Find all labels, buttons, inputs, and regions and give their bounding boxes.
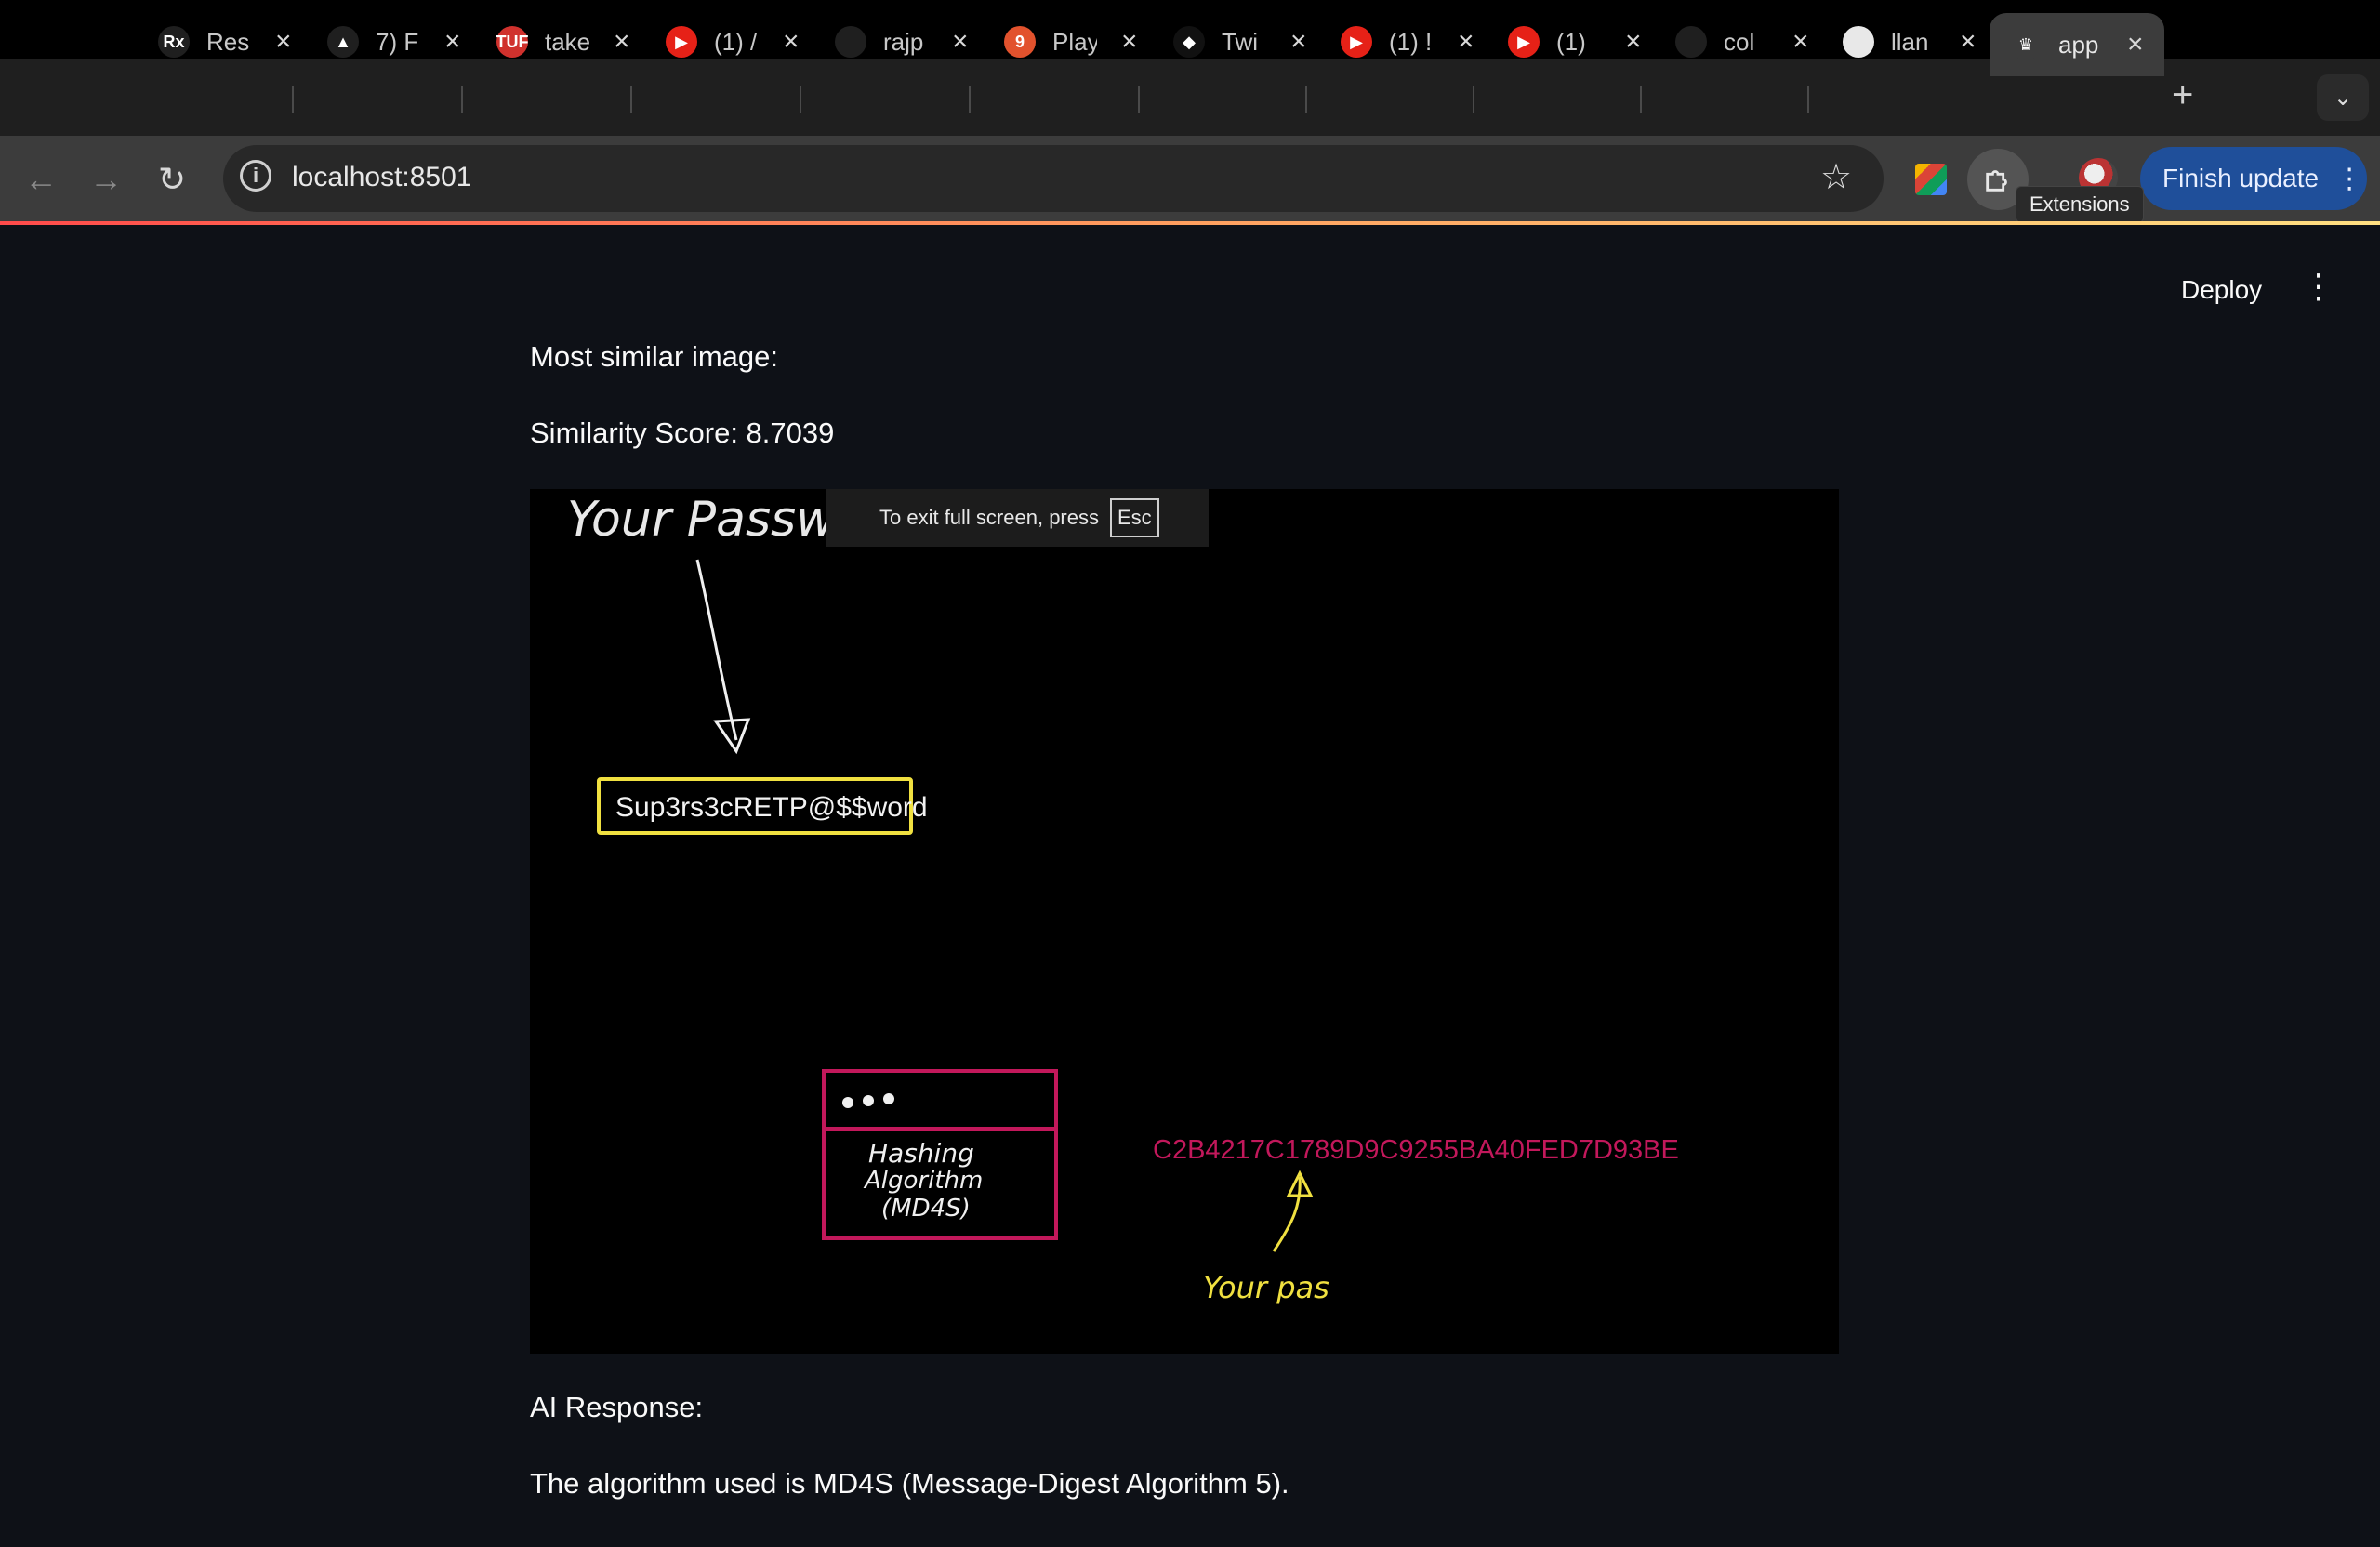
tab-search-button[interactable]: ⌄ (2317, 74, 2369, 121)
back-button[interactable]: ← (24, 160, 58, 199)
tab-separator (1640, 86, 1642, 113)
ai-response-text: The algorithm used is MD4S (Message-Dige… (530, 1467, 1289, 1500)
more-vert-icon: ⋮ (2335, 163, 2364, 194)
most-similar-label: Most similar image: (530, 340, 778, 373)
browser-tab[interactable]: llan × (1843, 13, 1977, 71)
tab-separator (630, 86, 632, 113)
tab-title: (1) (1556, 27, 1586, 56)
tab-separator (461, 86, 463, 113)
similarity-score: Similarity Score: 8.7039 (530, 416, 835, 449)
tab-favicon-icon: ♛ (2010, 29, 2042, 60)
browser-tab[interactable]: ♛ app × (1990, 13, 2164, 76)
url-text[interactable]: localhost:8501 (292, 162, 471, 193)
browser-tab[interactable]: ▶ (1) / × (666, 13, 800, 71)
hash-output: C2B4217C1789D9C9255BA40FED7D93BE (1153, 1135, 1679, 1165)
tab-title: (1) ! (1389, 27, 1433, 56)
browser-tab[interactable]: 9 Play × (1004, 13, 1138, 71)
esc-key: Esc (1109, 498, 1159, 537)
tab-favicon-icon: Rx (158, 26, 190, 58)
app-status-bar (0, 221, 2380, 225)
close-icon[interactable]: × (1458, 26, 1474, 58)
browser-tab[interactable]: ▶ (1) × (1508, 13, 1642, 71)
tab-title: take (545, 27, 589, 56)
browser-tab[interactable]: ▶ (1) ! × (1341, 13, 1474, 71)
tab-title: (1) / (714, 27, 758, 56)
tab-favicon-icon: TUF (496, 26, 529, 58)
ai-response-label: AI Response: (530, 1391, 704, 1423)
tab-favicon-icon (835, 26, 866, 58)
extensions-tooltip: Extensions (2016, 186, 2144, 223)
arrow-down-line (695, 559, 738, 741)
reload-button[interactable]: ↻ (158, 160, 186, 199)
your-pas-label: Your pas (1203, 1270, 1329, 1305)
browser-tab[interactable]: ◆ Twi × (1173, 13, 1307, 71)
fullscreen-notice-text: To exit full screen, press (879, 506, 1099, 529)
tab-favicon-icon: ▶ (666, 26, 697, 58)
puzzle-icon (1986, 170, 2007, 192)
tab-separator (1473, 86, 1474, 113)
address-bar[interactable] (223, 145, 1884, 212)
tab-title: Res (206, 27, 250, 56)
tab-favicon-icon (1675, 26, 1707, 58)
close-icon[interactable]: × (783, 26, 800, 58)
tab-title: Twi (1222, 27, 1258, 56)
password-value: Sup3rs3cRETP@$$word (615, 792, 928, 823)
tab-title: rajp (883, 27, 924, 56)
tab-title: llan (1891, 27, 1929, 56)
close-icon[interactable]: × (1625, 26, 1642, 58)
close-icon[interactable]: × (1960, 26, 1977, 58)
tab-favicon-icon: ▶ (1341, 26, 1372, 58)
browser-tab[interactable]: TUF take × (496, 13, 630, 71)
finish-update-button[interactable]: Finish update ⋮ (2140, 147, 2367, 210)
close-icon[interactable]: × (2127, 29, 2144, 60)
tab-title: col (1724, 27, 1755, 56)
hashing-line-2: Algorithm (863, 1167, 983, 1195)
tab-separator (1138, 86, 1140, 113)
chevron-down-icon: ⌄ (2333, 85, 2353, 111)
close-icon[interactable]: × (952, 26, 969, 58)
finish-update-label: Finish update (2162, 164, 2320, 192)
close-icon[interactable]: × (1792, 26, 1809, 58)
tab-title: Play (1052, 27, 1097, 56)
deploy-button[interactable]: Deploy (2181, 275, 2262, 305)
site-info-icon[interactable]: i (240, 160, 271, 192)
extension-icon[interactable] (1915, 164, 1947, 195)
tab-favicon-icon (1843, 26, 1874, 58)
tab-separator (969, 86, 971, 113)
hashing-line-3: (MD4S) (881, 1195, 971, 1223)
close-icon[interactable]: × (275, 26, 292, 58)
main-menu-icon[interactable]: ⋮ (2302, 270, 2335, 303)
password-hashing-drawing: Your Password Sup3rs3cRETP@$$word Hashin… (567, 492, 1679, 1305)
close-icon[interactable]: × (444, 26, 461, 58)
browser-tab[interactable]: Rx Res × (158, 13, 292, 71)
close-icon[interactable]: × (1121, 26, 1138, 58)
tab-favicon-icon: ◆ (1173, 26, 1205, 58)
similar-image: Your Password Sup3rs3cRETP@$$word Hashin… (530, 489, 1839, 1354)
browser-tab[interactable]: col × (1675, 13, 1809, 71)
tab-favicon-icon: ▶ (1508, 26, 1540, 58)
tab-title: 7) F (376, 27, 419, 56)
new-tab-button[interactable]: + (2172, 74, 2193, 116)
forward-button[interactable]: → (89, 160, 123, 199)
arrow-up-line (1272, 1176, 1302, 1252)
tab-separator (1305, 86, 1307, 113)
close-icon[interactable]: × (1290, 26, 1307, 58)
tab-favicon-icon: ▲ (327, 26, 359, 58)
browser-tab[interactable]: ▲ 7) F × (327, 13, 461, 71)
tab-title: app (2058, 30, 2099, 59)
browser-tab[interactable]: rajp × (835, 13, 969, 71)
tab-favicon-icon: 9 (1004, 26, 1036, 58)
hashing-line-1: Hashing (868, 1138, 974, 1169)
bookmark-star-icon[interactable]: ☆ (1820, 156, 1852, 198)
close-icon[interactable]: × (614, 26, 630, 58)
tab-separator (800, 86, 801, 113)
fullscreen-notice: To exit full screen, press Esc (826, 489, 1209, 547)
tab-separator (292, 86, 294, 113)
tab-separator (1807, 86, 1809, 113)
